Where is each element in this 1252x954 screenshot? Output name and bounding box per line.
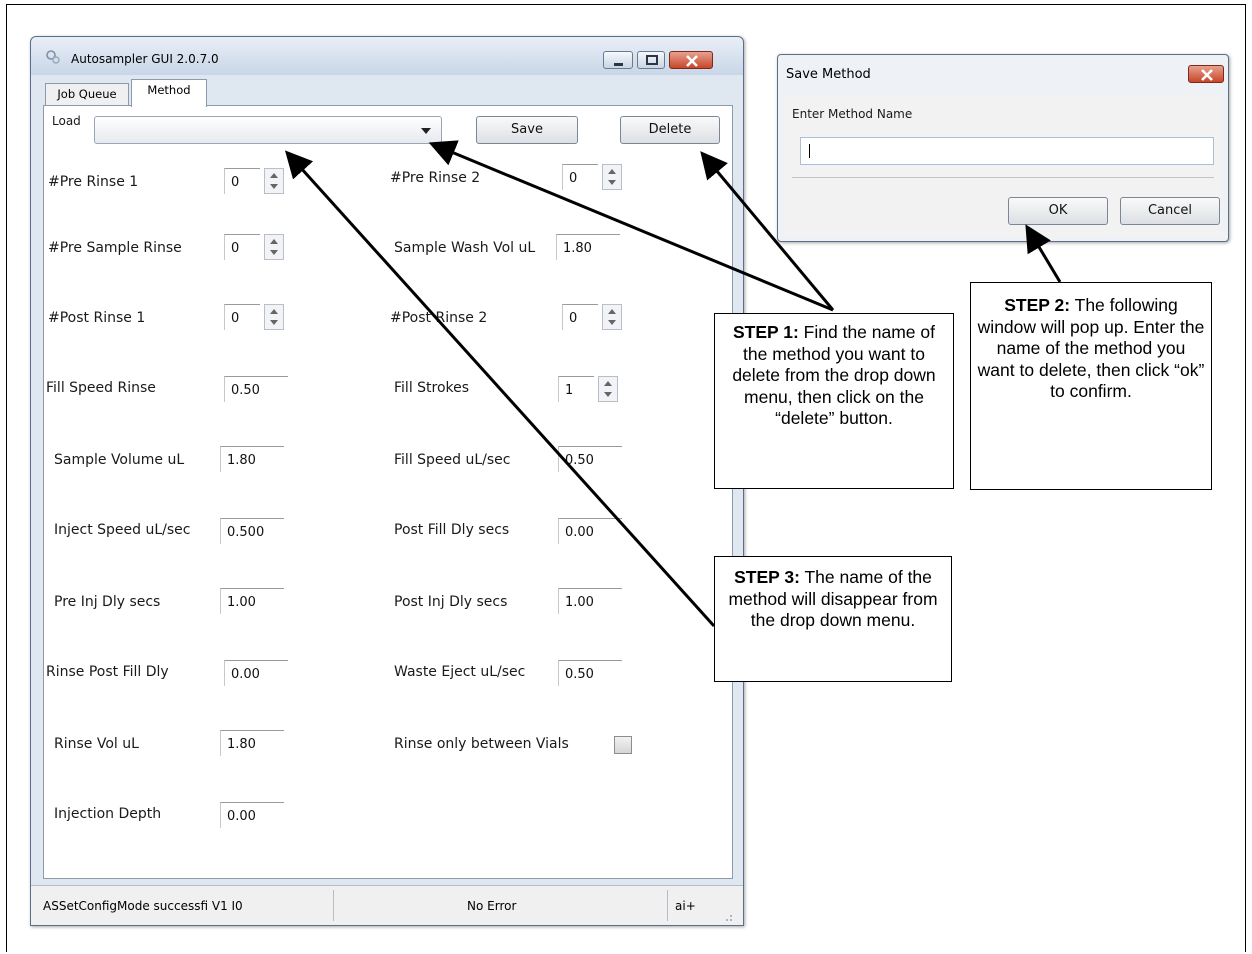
delete-button[interactable]: Delete [620, 116, 720, 144]
resize-grip-icon[interactable] [723, 912, 733, 922]
maximize-icon [646, 55, 658, 65]
pre-rinse-1-stepper[interactable] [264, 168, 284, 194]
pre-rinse-1-label: #Pre Rinse 1 [48, 174, 139, 190]
close-icon [686, 55, 698, 67]
close-button[interactable] [669, 51, 713, 69]
inject-speed-input[interactable]: 0.500 [220, 518, 284, 544]
pre-rinse-2-input[interactable]: 0 [562, 164, 598, 190]
status-mode: ai+ [675, 899, 696, 913]
rinse-only-between-vials-label: Rinse only between Vials [394, 736, 569, 752]
pre-inj-dly-input[interactable]: 1.00 [220, 588, 284, 614]
window-title: Autosampler GUI 2.0.7.0 [71, 52, 219, 66]
step3-heading: STEP 3: [734, 567, 800, 587]
fill-strokes-label: Fill Strokes [394, 380, 470, 396]
sample-volume-label: Sample Volume uL [54, 452, 185, 468]
waste-eject-input[interactable]: 0.50 [558, 660, 622, 686]
post-rinse-2-input[interactable]: 0 [562, 304, 598, 330]
step3-callout: STEP 3: The name of the method will disa… [714, 556, 952, 682]
rinse-post-fill-dly-label: Rinse Post Fill Dly [46, 664, 169, 680]
fill-speed-rinse-input[interactable]: 0.50 [224, 376, 288, 402]
post-rinse-2-stepper[interactable] [602, 304, 622, 330]
pre-sample-rinse-stepper[interactable] [264, 234, 284, 260]
ok-button[interactable]: OK [1008, 197, 1108, 225]
tab-method[interactable]: Method [131, 79, 207, 107]
step2-callout: STEP 2: The following window will pop up… [970, 282, 1212, 490]
status-divider [333, 890, 334, 921]
step2-heading: STEP 2: [1004, 295, 1071, 315]
method-name-prompt: Enter Method Name [792, 107, 913, 121]
status-error: No Error [467, 899, 517, 913]
post-inj-dly-input[interactable]: 1.00 [558, 588, 622, 614]
tab-job-queue[interactable]: Job Queue [45, 83, 129, 105]
rinse-post-fill-dly-input[interactable]: 0.00 [224, 660, 288, 686]
save-button[interactable]: Save [476, 116, 578, 144]
post-rinse-2-label: #Post Rinse 2 [390, 310, 488, 326]
status-message: ASSetConfigMode successfi V1 I0 [43, 899, 243, 913]
pre-rinse-1-input[interactable]: 0 [224, 168, 260, 194]
method-panel: Load Save Delete #Pre Rinse 1 0 #Pre Rin… [43, 105, 733, 879]
rinse-only-between-vials-checkbox[interactable] [614, 736, 632, 754]
status-divider [667, 890, 668, 921]
dialog-body: Enter Method Name OK Cancel [784, 95, 1222, 237]
dialog-title: Save Method [786, 67, 871, 82]
dialog-divider [792, 177, 1214, 178]
dialog-close-button[interactable] [1188, 65, 1224, 83]
minimize-button[interactable] [603, 51, 633, 69]
pre-rinse-2-stepper[interactable] [602, 164, 622, 190]
injection-depth-input[interactable]: 0.00 [220, 802, 284, 828]
maximize-button[interactable] [637, 51, 665, 69]
app-icon [46, 50, 60, 64]
post-fill-dly-label: Post Fill Dly secs [394, 522, 510, 538]
pre-inj-dly-label: Pre Inj Dly secs [54, 594, 161, 610]
title-bar[interactable]: Autosampler GUI 2.0.7.0 [31, 37, 743, 75]
pre-rinse-2-label: #Pre Rinse 2 [390, 170, 481, 186]
method-name-input[interactable] [800, 137, 1214, 165]
pre-sample-rinse-input[interactable]: 0 [224, 234, 260, 260]
sample-wash-vol-label: Sample Wash Vol uL [394, 240, 536, 256]
sample-wash-vol-input[interactable]: 1.80 [556, 234, 620, 260]
close-icon [1201, 69, 1213, 81]
cancel-button[interactable]: Cancel [1120, 197, 1220, 225]
post-fill-dly-input[interactable]: 0.00 [558, 518, 622, 544]
fill-speed-input[interactable]: 0.50 [558, 446, 622, 472]
load-label: Load [52, 114, 81, 128]
text-cursor [809, 144, 810, 158]
inject-speed-label: Inject Speed uL/sec [54, 522, 191, 538]
chevron-down-icon [421, 128, 431, 134]
injection-depth-label: Injection Depth [54, 806, 162, 822]
fill-strokes-stepper[interactable] [598, 376, 618, 402]
save-method-dialog: Save Method Enter Method Name OK Cancel [777, 54, 1229, 242]
method-load-dropdown[interactable] [94, 116, 442, 144]
rinse-vol-label: Rinse Vol uL [54, 736, 139, 752]
post-rinse-1-stepper[interactable] [264, 304, 284, 330]
autosampler-window: Autosampler GUI 2.0.7.0 Job Queue Method… [30, 36, 744, 926]
step1-heading: STEP 1: [732, 322, 799, 342]
pre-sample-rinse-label: #Pre Sample Rinse [48, 240, 182, 256]
fill-speed-rinse-label: Fill Speed Rinse [46, 380, 156, 396]
step1-callout: STEP 1: Find the name of the method you … [714, 313, 954, 489]
fill-strokes-input[interactable]: 1 [558, 376, 594, 402]
post-rinse-1-label: #Post Rinse 1 [48, 310, 146, 326]
post-rinse-1-input[interactable]: 0 [224, 304, 260, 330]
minimize-icon [614, 63, 623, 66]
fill-speed-label: Fill Speed uL/sec [394, 452, 511, 468]
sample-volume-input[interactable]: 1.80 [220, 446, 284, 472]
post-inj-dly-label: Post Inj Dly secs [394, 594, 508, 610]
rinse-vol-input[interactable]: 1.80 [220, 730, 284, 756]
waste-eject-label: Waste Eject uL/sec [394, 664, 526, 680]
status-bar: ASSetConfigMode successfi V1 I0 No Error… [31, 885, 743, 925]
